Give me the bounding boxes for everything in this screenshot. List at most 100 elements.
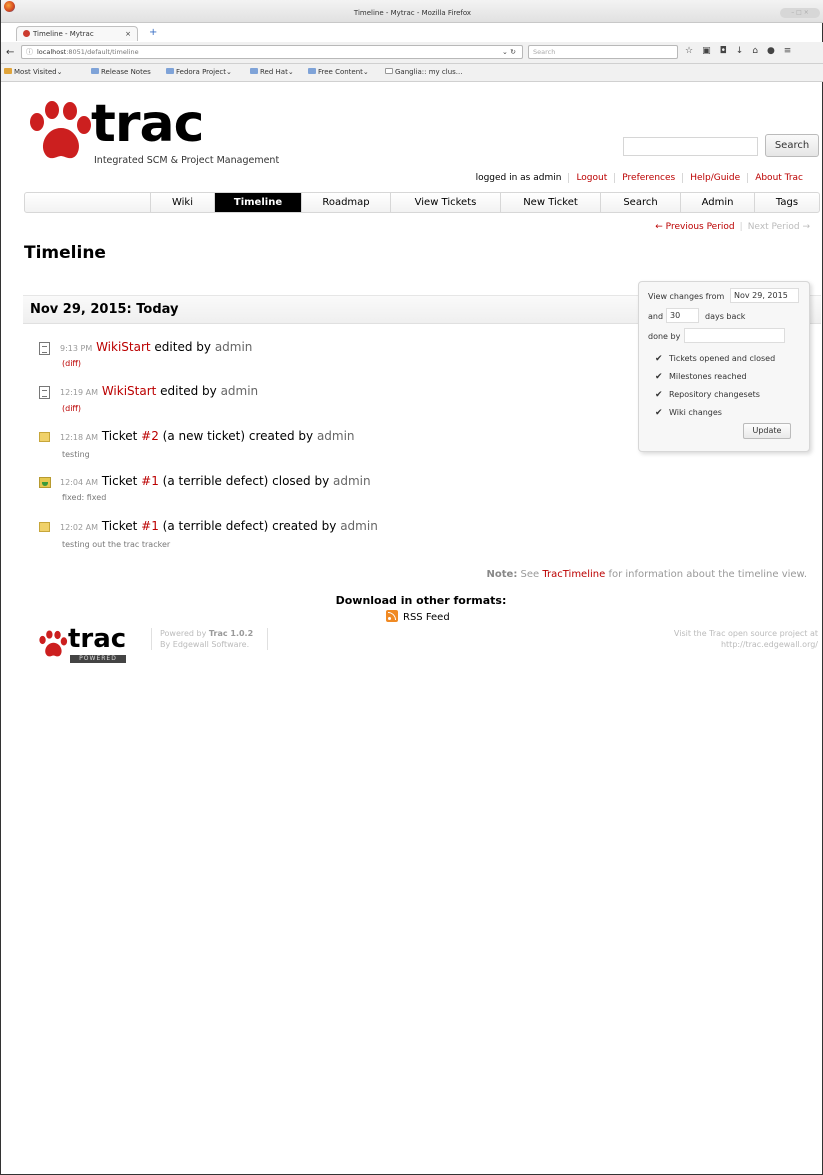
nav-view-tickets[interactable]: View Tickets (390, 193, 500, 212)
event-author: admin (214, 340, 253, 354)
help-note: Note: See TracTimeline for information a… (486, 569, 807, 580)
bookmark-red-hat[interactable]: Red Hat⌄ (250, 68, 294, 76)
bookmark-fedora-project[interactable]: Fedora Project⌄ (166, 68, 232, 76)
bookmark-ganglia[interactable]: Ganglia:: my clus... (385, 68, 462, 76)
page-title: Timeline (24, 243, 106, 263)
closed-ticket-icon (39, 477, 51, 488)
paw-icon (39, 630, 68, 657)
event-author: admin (220, 384, 259, 398)
nav-roadmap[interactable]: Roadmap (301, 193, 390, 212)
header-search-button[interactable]: Search (765, 134, 819, 157)
from-date-input[interactable] (730, 288, 799, 303)
filter-tickets-checkbox[interactable]: ✔ Tickets opened and closed (655, 354, 775, 364)
trac-powered-logo[interactable]: trac POWERED (37, 624, 127, 666)
logo-tagline: Integrated SCM & Project Management (94, 155, 280, 166)
update-button[interactable]: Update (743, 423, 791, 439)
wiki-page-icon (39, 342, 50, 355)
rss-icon (386, 610, 398, 622)
event-author: admin (340, 519, 378, 533)
trac-timeline-link[interactable]: TracTimeline (542, 569, 605, 580)
main-navigation: Wiki Timeline Roadmap View Tickets New T… (24, 192, 820, 213)
preferences-link[interactable]: Preferences (614, 173, 683, 183)
event-time: 12:04 AM (60, 478, 98, 487)
window-title: Timeline - Mytrac - Mozilla Firefox (353, 9, 472, 17)
trac-version-link[interactable]: Trac 1.0.2 (209, 629, 253, 638)
trac-favicon-icon (23, 30, 30, 37)
bookmark-free-content[interactable]: Free Content⌄ (308, 68, 369, 76)
help-guide-link[interactable]: Help/Guide (682, 173, 748, 183)
back-arrow-icon[interactable]: ← (6, 46, 19, 59)
diff-link[interactable]: (diff) (62, 404, 81, 413)
footer-wordmark: trac (68, 624, 127, 654)
nav-new-ticket[interactable]: New Ticket (500, 193, 600, 212)
bookmark-most-visited[interactable]: Most Visited⌄ (4, 68, 62, 76)
toolbar-icons[interactable]: ☆▣◘↓⌂●≡ (685, 46, 800, 56)
event-link[interactable]: #2 (141, 429, 159, 443)
new-ticket-icon (39, 522, 50, 532)
checkbox-checked-icon[interactable]: ✔ (655, 354, 665, 364)
next-period-link: Next Period → (747, 222, 810, 232)
event-link[interactable]: #1 (141, 474, 159, 488)
days-back-label: days back (705, 312, 746, 321)
visit-trac-text: Visit the Trac open source project at ht… (673, 629, 818, 649)
event-time: 12:19 AM (60, 388, 98, 397)
rss-feed-link[interactable]: RSS Feed (386, 610, 450, 623)
event-link[interactable]: WikiStart (96, 340, 151, 354)
filter-changesets-checkbox[interactable]: ✔ Repository changesets (655, 390, 760, 400)
paw-icon (30, 101, 91, 159)
url-host: localhost (37, 48, 67, 56)
days-back-input[interactable] (666, 308, 699, 323)
window-controls[interactable]: – □ × (780, 8, 820, 18)
url-bar[interactable]: ⓘ localhost:8051/default/timeline ⌄ ↻ (21, 45, 523, 59)
nav-admin[interactable]: Admin (680, 193, 754, 212)
trac-project-link[interactable]: http://trac.edgewall.org/ (721, 640, 818, 649)
event-link[interactable]: #1 (141, 519, 159, 533)
powered-badge: POWERED (70, 655, 126, 663)
url-path: :8051/default/timeline (66, 48, 139, 56)
browser-tab[interactable]: Timeline - Mytrac × (16, 26, 138, 41)
event-description: fixed: fixed (62, 493, 107, 502)
event-description: testing out the trac tracker (62, 540, 171, 549)
new-ticket-icon (39, 432, 50, 442)
filter-wiki-checkbox[interactable]: ✔ Wiki changes (655, 408, 722, 418)
tab-title: Timeline - Mytrac (33, 30, 94, 38)
from-label: View changes from (648, 292, 725, 301)
browser-search-input[interactable]: Search (528, 45, 678, 59)
close-tab-icon[interactable]: × (125, 27, 131, 41)
event-description: testing (62, 450, 90, 459)
new-tab-icon[interactable]: + (149, 26, 157, 40)
nav-wiki[interactable]: Wiki (150, 193, 214, 212)
header-search-input[interactable] (623, 137, 758, 156)
nav-timeline[interactable]: Timeline (214, 193, 301, 212)
event-author: admin (333, 474, 371, 488)
nav-search[interactable]: Search (600, 193, 680, 212)
checkbox-checked-icon[interactable]: ✔ (655, 372, 665, 382)
done-by-input[interactable] (684, 328, 785, 343)
reload-icon[interactable]: ⌄ ↻ (502, 46, 516, 58)
event-time: 12:02 AM (60, 523, 98, 532)
previous-period-link[interactable]: ← Previous Period (655, 222, 734, 232)
event-link[interactable]: WikiStart (102, 384, 157, 398)
meta-navigation: logged in as admin Logout Preferences Help/… (469, 173, 810, 183)
checkbox-checked-icon[interactable]: ✔ (655, 390, 665, 400)
powered-by-text: Powered by Trac 1.0.2 By Edgewall Softwa… (151, 628, 269, 650)
trac-logo[interactable]: trac Integrated SCM & Project Management (25, 94, 285, 180)
context-navigation: ← Previous Period | Next Period → (655, 222, 810, 232)
alternate-formats-heading: Download in other formats: (335, 594, 507, 607)
timeline-filters: View changes from and days back done by … (638, 281, 810, 452)
checkbox-checked-icon[interactable]: ✔ (655, 408, 665, 418)
search-placeholder: Search (533, 48, 556, 56)
wiki-page-icon (39, 386, 50, 399)
logo-wordmark: trac (91, 94, 204, 154)
diff-link[interactable]: (diff) (62, 359, 81, 368)
event-time: 9:13 PM (60, 344, 93, 353)
and-label: and (648, 312, 664, 321)
site-info-icon[interactable]: ⓘ (26, 46, 33, 58)
filter-milestones-checkbox[interactable]: ✔ Milestones reached (655, 372, 747, 382)
event-time: 12:18 AM (60, 433, 98, 442)
logout-link[interactable]: Logout (568, 173, 615, 183)
nav-tags[interactable]: Tags (754, 193, 819, 212)
bookmark-release-notes[interactable]: Release Notes (91, 68, 151, 76)
about-trac-link[interactable]: About Trac (747, 173, 810, 183)
navigation-toolbar: ← ⓘ localhost:8051/default/timeline ⌄ ↻ … (1, 42, 823, 64)
